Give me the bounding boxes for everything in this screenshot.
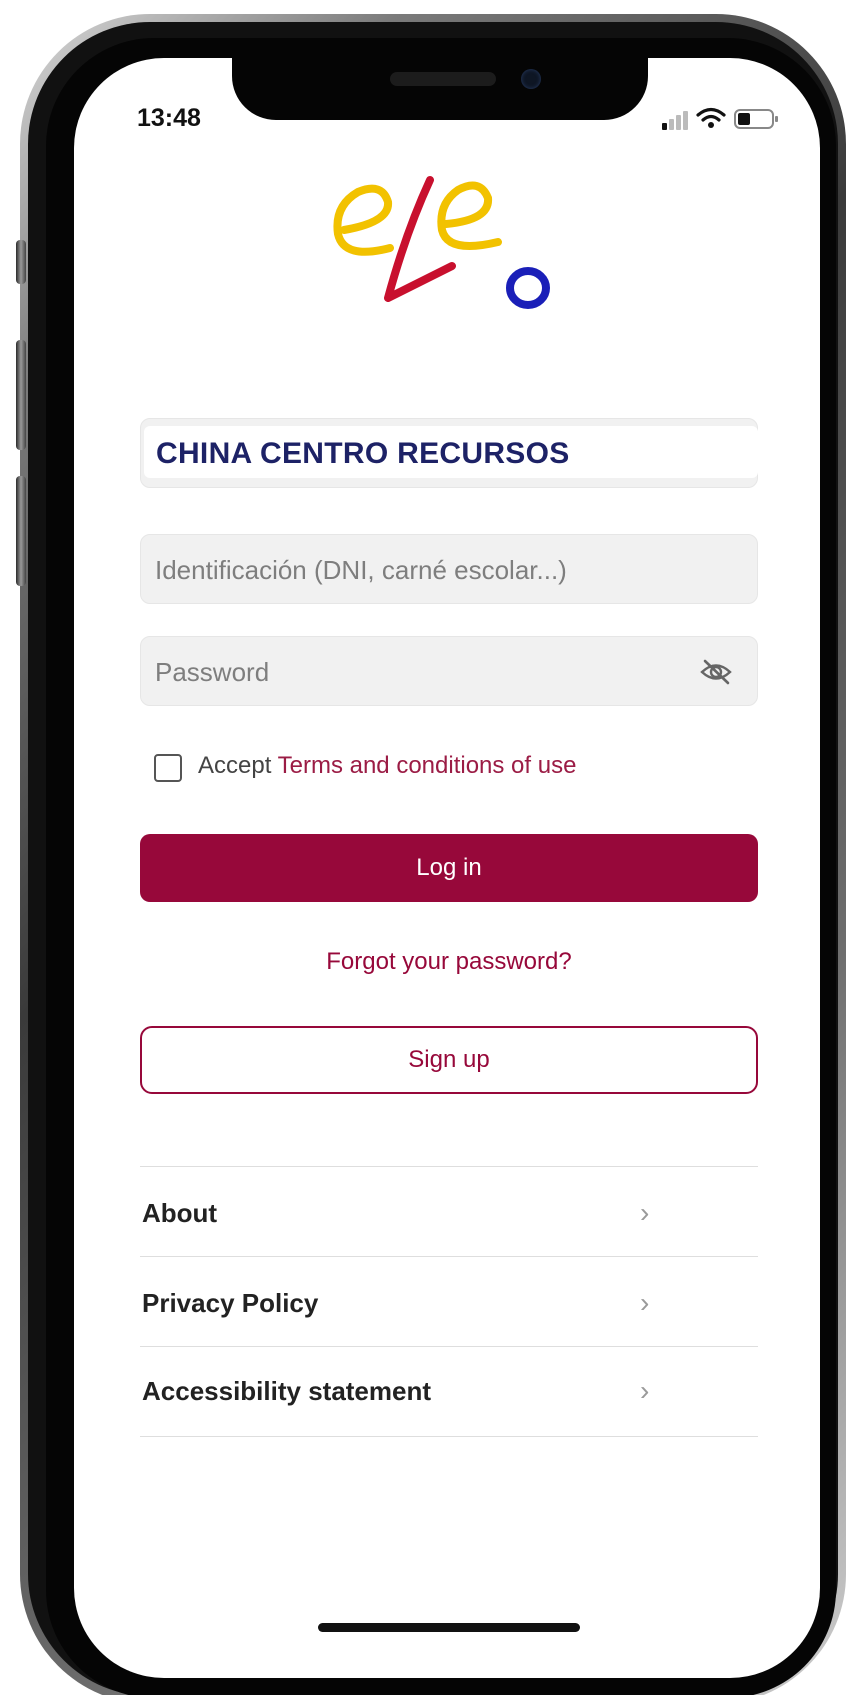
menu-item-accessibility-statement[interactable]: Accessibility statement › (140, 1346, 758, 1436)
login-button[interactable]: Log in (140, 834, 758, 902)
signup-button[interactable]: Sign up (140, 1026, 758, 1094)
menu-divider (140, 1436, 758, 1437)
chevron-right-icon: › (640, 1287, 650, 1318)
menu-item-label: About (142, 1198, 218, 1228)
menu-item-privacy-policy[interactable]: Privacy Policy › (140, 1258, 758, 1348)
eye-off-icon[interactable] (699, 657, 733, 687)
accept-label: Accept (198, 752, 278, 779)
front-camera (521, 69, 541, 89)
password-placeholder: Password (155, 657, 270, 687)
id-placeholder: Identificación (DNI, carné escolar...) (155, 555, 567, 585)
speaker-grille (390, 72, 496, 86)
chevron-right-icon: › (640, 1375, 650, 1406)
volume-up-button (16, 340, 26, 450)
status-time: 13:48 (137, 104, 201, 132)
forgot-password-link[interactable]: Forgot your password? (140, 948, 758, 976)
mute-switch (16, 240, 26, 284)
eleo-logo (333, 176, 550, 309)
terms-link[interactable]: Terms and conditions of use (278, 752, 577, 779)
wifi-icon (696, 107, 726, 128)
battery-icon (734, 109, 778, 129)
volume-down-button (16, 476, 26, 586)
center-name-box[interactable]: CHINA CENTRO RECURSOS (144, 426, 758, 478)
home-indicator[interactable] (318, 1623, 580, 1632)
accept-terms-label: Accept Terms and conditions of use (198, 752, 576, 780)
menu-divider (140, 1166, 758, 1167)
password-field[interactable]: Password (140, 636, 758, 706)
terms-checkbox[interactable] (154, 754, 182, 782)
device-mockup: 13:48 CHINA CENTRO RECURSOS Identificaci… (0, 0, 846, 1695)
menu-item-label: Accessibility statement (142, 1376, 432, 1406)
id-field[interactable]: Identificación (DNI, carné escolar...) (140, 534, 758, 604)
menu-item-label: Privacy Policy (142, 1288, 319, 1318)
menu-item-about[interactable]: About › (140, 1168, 758, 1258)
center-name: CHINA CENTRO RECURSOS (156, 437, 570, 470)
chevron-right-icon: › (640, 1197, 650, 1228)
menu-divider (140, 1256, 758, 1257)
status-icons (662, 106, 782, 130)
notch (232, 58, 648, 120)
cellular-signal-icon (662, 106, 696, 130)
